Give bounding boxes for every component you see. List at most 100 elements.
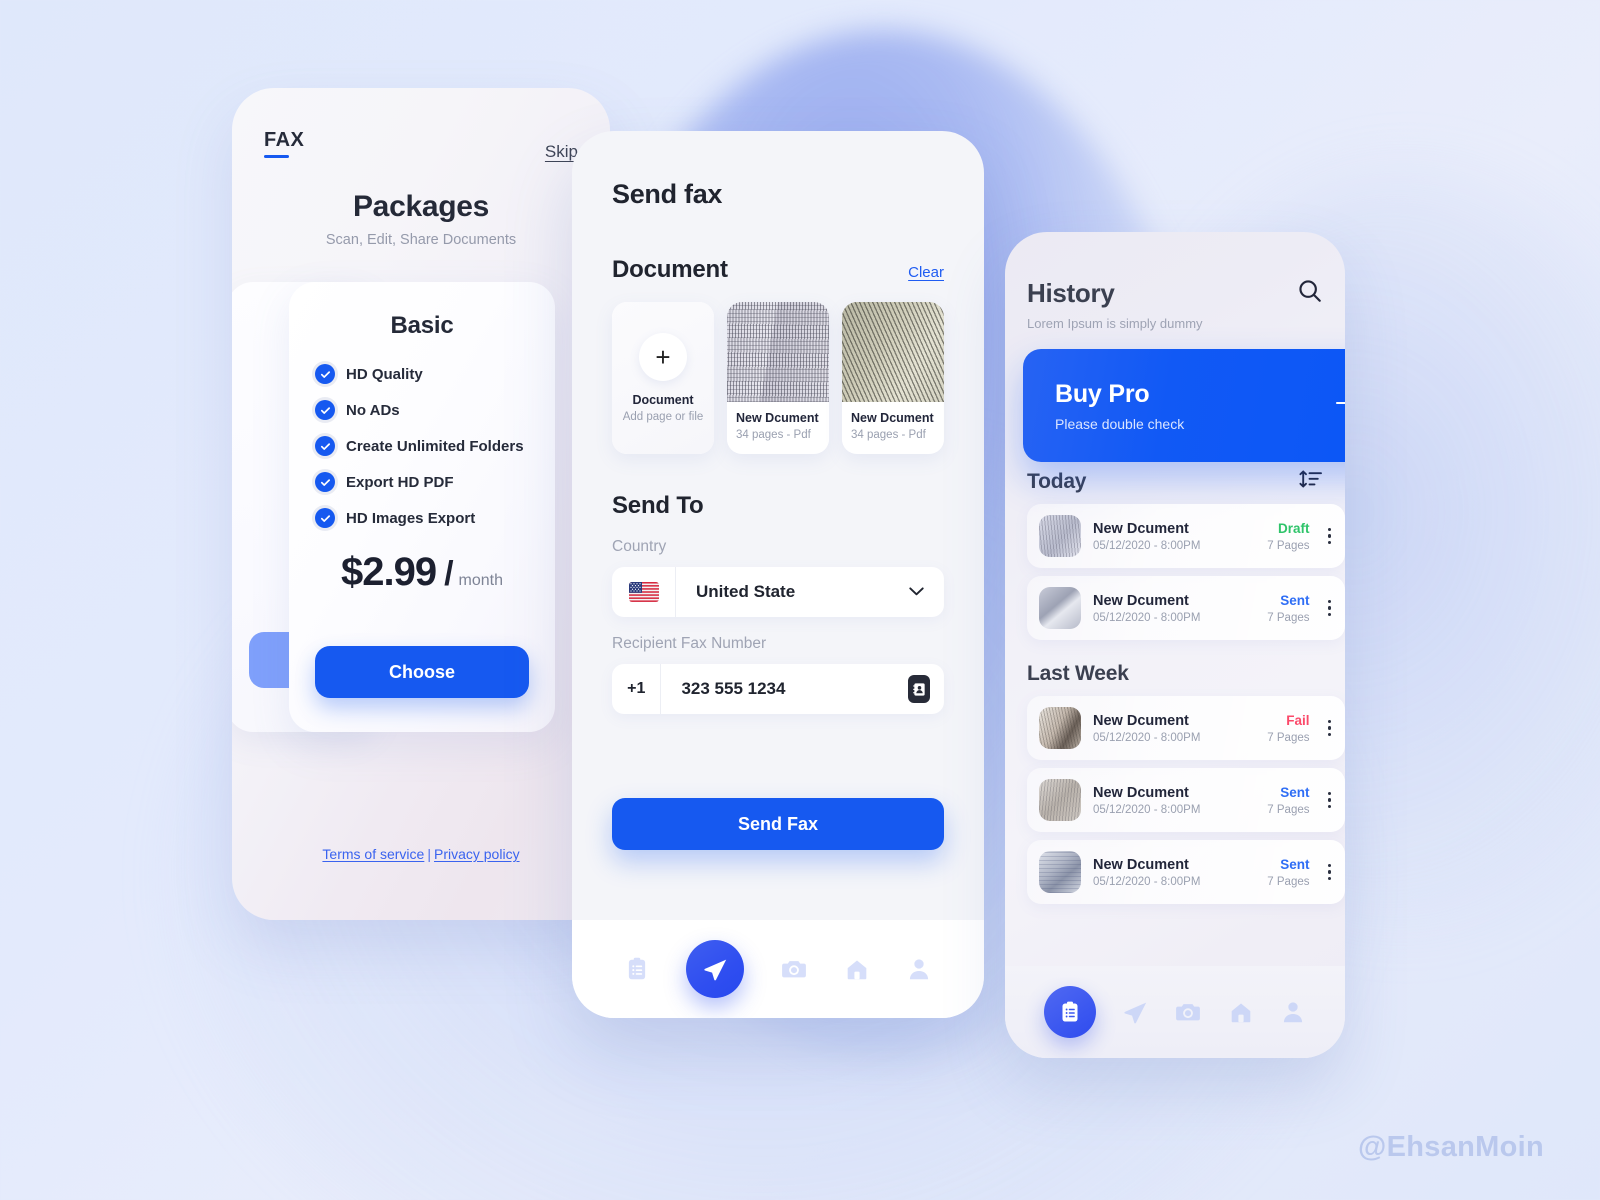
history-item-name: New Dcument (1093, 520, 1189, 537)
packages-screen: FAX Skip Packages Scan, Edit, Share Docu… (232, 88, 610, 920)
terms-of-service-link[interactable]: Terms of service (322, 846, 424, 862)
fax-number-input[interactable] (661, 679, 909, 699)
plan-feature-row: Create Unlimited Folders (315, 436, 529, 456)
history-item-meta: Draft 7 Pages (1267, 521, 1309, 552)
plan-feature-label: Create Unlimited Folders (346, 437, 524, 455)
plus-icon[interactable]: + (639, 333, 687, 381)
document-name: New Dcument (851, 411, 934, 425)
tab-send-icon[interactable] (686, 940, 744, 998)
skip-button[interactable]: Skip (545, 142, 578, 162)
history-item-info: New Dcument 05/12/2020 - 8:00PM (1093, 785, 1255, 816)
tab-clipboard-icon[interactable] (1043, 986, 1096, 1038)
plan-card-basic: Basic HD Quality No ADs Create Unlimited… (289, 282, 555, 732)
legal-separator: | (427, 846, 431, 862)
more-options-icon[interactable] (1327, 791, 1331, 809)
tab-home-icon[interactable] (1228, 999, 1254, 1025)
history-header: History Lorem Ipsum is simply dummy (1027, 278, 1323, 331)
document-section-title: Document (612, 256, 728, 283)
contacts-icon[interactable] (908, 675, 930, 703)
plan-price-amount: $2.99 (340, 550, 437, 594)
plan-feature-label: No ADs (346, 401, 400, 419)
fax-number-label: Recipient Fax Number (612, 635, 767, 652)
app-logo: FAX (264, 130, 304, 158)
document-card[interactable]: New Dcument 34 pages - Pdf (727, 302, 829, 454)
search-icon[interactable] (1297, 278, 1323, 309)
clear-documents-button[interactable]: Clear (908, 264, 944, 281)
add-document-title: Document (632, 393, 694, 407)
plan-cards-carousel[interactable]: Basic HD Quality No ADs Create Unlimited… (232, 282, 610, 732)
history-item-thumbnail (1039, 515, 1081, 557)
tab-send-icon[interactable] (1122, 999, 1149, 1026)
status-badge: Draft (1277, 520, 1310, 536)
history-section-header-today: Today (1027, 469, 1323, 494)
history-item-thumbnail (1039, 851, 1081, 893)
history-item-pages: 7 Pages (1267, 803, 1310, 816)
more-options-icon[interactable] (1327, 599, 1331, 617)
history-item-name: New Dcument (1093, 592, 1189, 609)
tab-camera-icon[interactable] (1174, 998, 1202, 1026)
choose-plan-button[interactable]: Choose (315, 646, 529, 698)
more-options-icon[interactable] (1327, 719, 1331, 737)
country-value[interactable]: United State (676, 582, 909, 602)
history-item-date: 05/12/2020 - 8:00PM (1093, 875, 1201, 888)
document-card[interactable]: New Dcument 34 pages - Pdf (842, 302, 944, 454)
document-thumbnail (842, 302, 944, 402)
send-fax-button[interactable]: Send Fax (612, 798, 944, 850)
document-thumbnail (727, 302, 829, 402)
more-options-icon[interactable] (1327, 527, 1331, 545)
packages-topbar: FAX Skip (232, 88, 610, 162)
add-document-card[interactable]: + Document Add page or file (612, 302, 714, 454)
country-select[interactable]: United State (612, 567, 944, 617)
history-section-title: Last Week (1027, 662, 1129, 685)
history-title: History (1027, 278, 1115, 308)
plan-name: Basic (390, 312, 454, 339)
buy-pro-title: Buy Pro (1055, 379, 1150, 408)
history-list-item[interactable]: New Dcument 05/12/2020 - 8:00PM Sent 7 P… (1027, 768, 1345, 832)
tab-person-icon[interactable] (906, 956, 932, 982)
tab-camera-icon[interactable] (780, 955, 808, 983)
fax-number-field[interactable]: +1 (612, 664, 944, 714)
page-subtitle: Scan, Edit, Share Documents (325, 232, 517, 248)
document-pages: 34 pages - Pdf (736, 429, 811, 441)
history-item-name: New Dcument (1093, 856, 1189, 873)
add-document-subtitle: Add page or file (622, 411, 704, 423)
history-item-date: 05/12/2020 - 8:00PM (1093, 539, 1201, 552)
send-fax-title: Send fax (612, 179, 723, 209)
check-icon (315, 400, 335, 420)
status-badge: Fail (1286, 712, 1310, 728)
plan-price: $2.99 / month (315, 550, 529, 595)
history-section-header-last-week: Last Week (1027, 662, 1323, 686)
author-watermark: @EhsanMoin (1358, 1131, 1544, 1163)
chevron-down-icon[interactable] (909, 583, 944, 601)
history-list-item[interactable]: New Dcument 05/12/2020 - 8:00PM Draft 7 … (1027, 504, 1345, 568)
document-pages: 34 pages - Pdf (851, 429, 926, 441)
arrow-right-icon[interactable] (1335, 391, 1345, 420)
history-body: History Lorem Ipsum is simply dummy Buy … (1005, 232, 1345, 966)
sort-icon[interactable] (1299, 469, 1323, 494)
tab-person-icon[interactable] (1280, 999, 1306, 1025)
history-item-meta: Fail 7 Pages (1267, 713, 1309, 744)
tab-clipboard-icon[interactable] (624, 956, 650, 982)
more-options-icon[interactable] (1327, 863, 1331, 881)
history-list-item[interactable]: New Dcument 05/12/2020 - 8:00PM Fail 7 P… (1027, 696, 1345, 760)
history-list-item[interactable]: New Dcument 05/12/2020 - 8:00PM Sent 7 P… (1027, 576, 1345, 640)
history-list-item[interactable]: New Dcument 05/12/2020 - 8:00PM Sent 7 P… (1027, 840, 1345, 904)
history-item-name: New Dcument (1093, 784, 1189, 801)
app-logo-text: FAX (264, 129, 305, 151)
history-item-pages: 7 Pages (1267, 539, 1310, 552)
legal-links: Terms of service | Privacy policy (232, 846, 610, 862)
tab-home-icon[interactable] (844, 956, 870, 982)
check-icon (315, 364, 335, 384)
send-fax-tabbar (572, 920, 984, 1018)
history-item-info: New Dcument 05/12/2020 - 8:00PM (1093, 857, 1255, 888)
buy-pro-banner[interactable]: Buy Pro Please double check (1023, 349, 1345, 462)
status-badge: Sent (1280, 592, 1310, 608)
document-meta: New Dcument 34 pages - Pdf (842, 402, 944, 452)
document-list: + Document Add page or file New Dcument … (612, 302, 944, 454)
history-item-thumbnail (1039, 587, 1081, 629)
add-document-body[interactable]: + Document Add page or file (612, 302, 714, 454)
privacy-policy-link[interactable]: Privacy policy (434, 846, 520, 862)
document-meta: New Dcument 34 pages - Pdf (727, 402, 829, 452)
history-item-thumbnail (1039, 779, 1081, 821)
history-list-last-week: New Dcument 05/12/2020 - 8:00PM Fail 7 P… (1027, 696, 1345, 904)
